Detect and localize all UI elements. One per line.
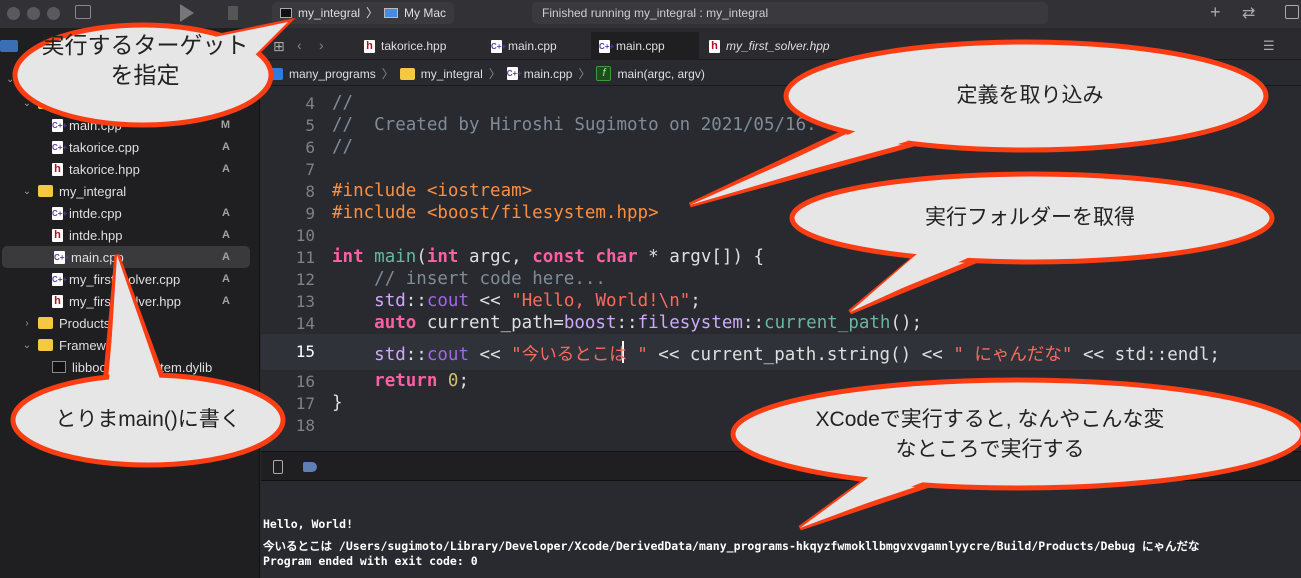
callout-text-folder: 実行フォルダーを取得: [925, 206, 1135, 229]
callout-text-xcode: XCodeで実行すると, なんやこんな変なところで実行する: [815, 408, 1165, 461]
callout-text-target: 実行するターゲットを指定: [41, 32, 249, 88]
callout-text-main: とりまmain()に書く: [55, 408, 241, 431]
callout-text-include: 定義を取り込み: [956, 84, 1104, 107]
